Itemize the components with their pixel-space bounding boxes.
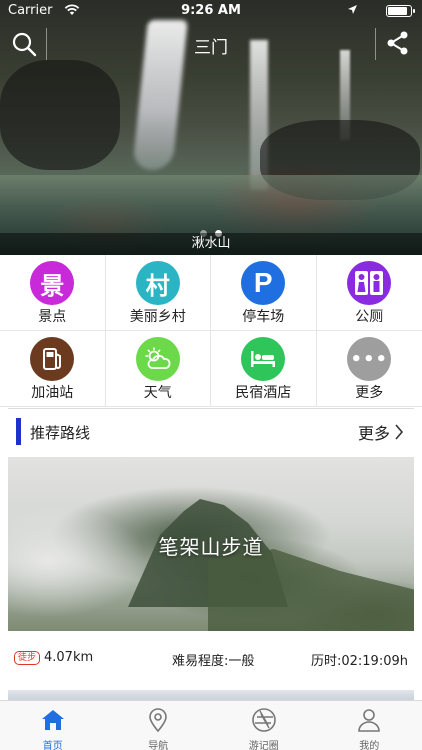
location-pin-icon xyxy=(149,708,168,733)
home-icon xyxy=(41,710,64,730)
route-duration: 历时:02:19:09h xyxy=(310,654,408,669)
category-scenic[interactable]: 景 景点 xyxy=(0,255,106,331)
top-bar: 三门 xyxy=(0,22,422,66)
tab-navigation[interactable]: 导航 xyxy=(106,701,212,750)
section-accent-bar xyxy=(16,418,21,445)
category-label: 公厕 xyxy=(355,309,384,325)
user-icon xyxy=(358,709,381,732)
gas-station-icon xyxy=(30,337,75,381)
tab-profile[interactable]: 我的 xyxy=(317,701,422,750)
tab-label: 我的 xyxy=(359,741,380,750)
battery-icon xyxy=(386,5,415,17)
route-difficulty: 难易程度:一般 xyxy=(172,654,255,669)
tab-label: 导航 xyxy=(148,741,169,750)
route-distance: 4.07km xyxy=(44,650,94,665)
hotel-icon xyxy=(241,337,286,381)
route-info[interactable]: 徒步 4.07km 难易程度:一般 历时:02:19:09h xyxy=(8,640,414,676)
tab-home[interactable]: 首页 xyxy=(0,701,106,750)
status-bar: Carrier 9:26 AM xyxy=(0,0,422,22)
tab-bar: 首页 导航 游记圈 我的 xyxy=(0,700,422,750)
route-card-image[interactable]: 笔架山步道 xyxy=(8,457,414,631)
parking-icon: P xyxy=(241,261,286,305)
category-label: 天气 xyxy=(143,385,172,401)
weather-icon xyxy=(135,337,180,381)
rock-image-part xyxy=(0,60,120,170)
more-routes-link[interactable]: 更多 xyxy=(358,420,404,444)
category-restroom[interactable]: 公厕 xyxy=(316,255,422,331)
category-weather[interactable]: 天气 xyxy=(105,331,211,407)
aperture-icon xyxy=(251,708,276,732)
next-route-card-peek[interactable] xyxy=(8,690,414,700)
category-gas-station[interactable]: 加油站 xyxy=(0,331,106,407)
chevron-right-icon xyxy=(395,424,404,440)
category-parking[interactable]: P 停车场 xyxy=(211,255,317,331)
tab-travel-circle[interactable]: 游记圈 xyxy=(211,701,317,750)
category-label: 停车场 xyxy=(242,309,285,325)
share-icon[interactable] xyxy=(384,29,412,57)
page-title: 三门 xyxy=(194,38,228,58)
restroom-icon xyxy=(347,261,392,305)
category-grid: 景 景点 村 美丽乡村 P 停车场 公厕 加油站 天气 民宿酒店 ••• 更多 xyxy=(0,255,422,407)
location-arrow-icon xyxy=(348,5,357,14)
category-more[interactable]: ••• 更多 xyxy=(316,331,422,407)
category-label: 美丽乡村 xyxy=(129,309,186,325)
category-label: 更多 xyxy=(355,385,384,401)
category-label: 景点 xyxy=(38,309,67,325)
clock: 9:26 AM xyxy=(181,3,241,18)
scenic-icon: 景 xyxy=(30,261,75,305)
section-title: 推荐路线 xyxy=(30,424,91,442)
category-hotel[interactable]: 民宿酒店 xyxy=(211,331,317,407)
category-village[interactable]: 村 美丽乡村 xyxy=(105,255,211,331)
category-label: 民宿酒店 xyxy=(235,385,292,401)
route-type-badge: 徒步 xyxy=(14,651,41,665)
tab-label: 游记圈 xyxy=(248,741,279,750)
category-label: 加油站 xyxy=(31,385,74,401)
tab-label: 首页 xyxy=(42,741,63,750)
recommended-routes-header: 推荐路线 更多 xyxy=(8,408,414,454)
village-icon: 村 xyxy=(135,261,180,305)
divider xyxy=(375,28,376,60)
more-icon: ••• xyxy=(347,337,392,381)
route-name: 笔架山步道 xyxy=(158,535,264,559)
more-label: 更多 xyxy=(357,424,390,443)
banner-caption: 湫水山 xyxy=(0,233,422,255)
